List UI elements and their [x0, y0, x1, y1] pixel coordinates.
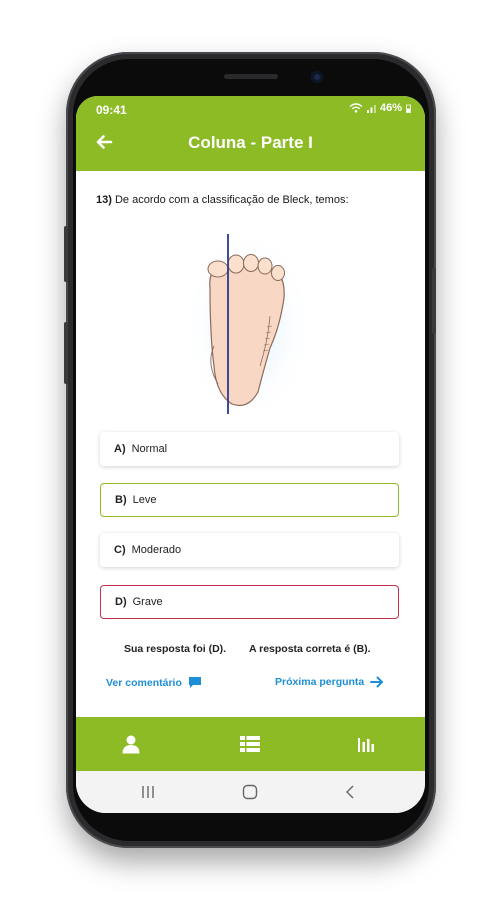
nav-stats[interactable]	[355, 732, 379, 756]
question-number: 13)	[96, 194, 112, 206]
phone-side-button-left	[64, 226, 68, 282]
answer-option-b[interactable]: B) Leve	[100, 483, 399, 517]
question-body: De acordo com a classificação de Bleck, …	[114, 194, 349, 206]
battery-percent: 46%	[379, 102, 402, 114]
phone-side-button-left-2	[64, 322, 68, 384]
comment-icon	[188, 677, 201, 688]
phone-side-button-right	[432, 268, 436, 334]
answer-option-c[interactable]: C) Moderado	[100, 533, 399, 567]
arrow-right-icon	[370, 676, 384, 688]
system-navigation-bar	[76, 771, 425, 813]
wifi-icon	[349, 103, 363, 113]
phone-speaker	[224, 74, 278, 79]
option-letter: A)	[114, 443, 126, 455]
option-label: Grave	[132, 596, 163, 608]
status-time: 09:41	[96, 103, 127, 117]
front-camera	[311, 71, 323, 83]
person-icon	[122, 735, 140, 753]
app-header: 09:41 46% Coluna - Parte I	[76, 96, 425, 171]
bottom-navigation	[76, 717, 425, 771]
nav-profile[interactable]	[119, 732, 143, 756]
option-letter: B)	[115, 494, 127, 506]
answer-option-a[interactable]: A) Normal	[100, 432, 399, 466]
correct-answer-text: A resposta correta é (B).	[249, 643, 371, 655]
option-label: Leve	[132, 494, 157, 506]
stats-icon	[358, 738, 374, 752]
status-icons: 46%	[349, 102, 411, 114]
option-letter: C)	[114, 544, 126, 556]
battery-icon	[406, 104, 411, 113]
option-letter: D)	[115, 596, 127, 608]
recent-apps-icon[interactable]	[138, 783, 158, 801]
view-comment-link[interactable]: Ver comentário	[106, 676, 202, 689]
page-title: Coluna - Parte I	[188, 133, 313, 152]
your-answer-text: Sua resposta foi (D).	[124, 643, 227, 655]
back-icon[interactable]	[340, 783, 360, 801]
view-comment-label: Ver comentário	[106, 676, 182, 689]
nav-list[interactable]	[238, 732, 262, 756]
foot-illustration	[188, 234, 308, 416]
signal-icon	[366, 104, 376, 113]
next-question-label: Próxima pergunta	[275, 676, 365, 688]
question-text: 13) De acordo com a classificação de Ble…	[96, 194, 406, 206]
app-screen: 09:41 46% Coluna - Parte I 13) De acordo…	[76, 96, 425, 813]
list-icon	[240, 736, 260, 752]
option-label: Moderado	[131, 544, 182, 556]
option-label: Normal	[131, 443, 168, 455]
next-question-link[interactable]: Próxima pergunta	[275, 676, 384, 688]
home-icon[interactable]	[240, 783, 260, 801]
answer-option-d[interactable]: D) Grave	[100, 585, 399, 619]
